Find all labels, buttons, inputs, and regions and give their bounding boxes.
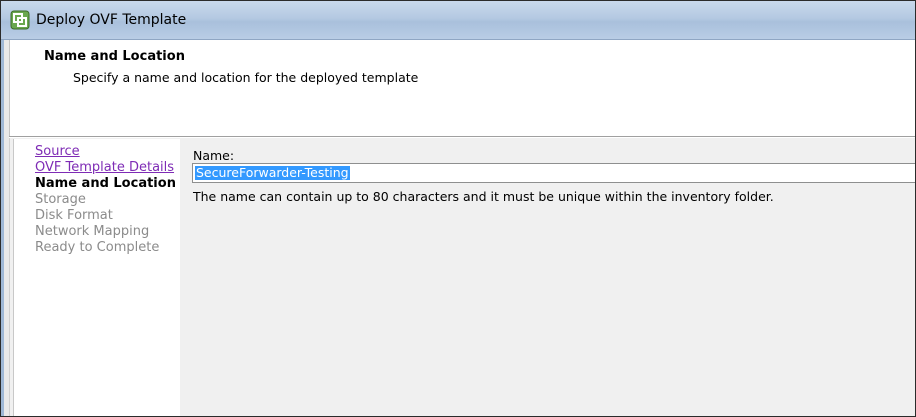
- step-ready-to-complete: Ready to Complete: [35, 240, 160, 255]
- name-hint: The name can contain up to 80 characters…: [193, 189, 774, 204]
- step-network-mapping: Network Mapping: [35, 224, 150, 239]
- name-label: Name:: [193, 148, 235, 163]
- name-input[interactable]: SecureForwarder-Testing: [192, 163, 915, 183]
- step-ovf-template-details-link[interactable]: OVF Template Details: [35, 160, 174, 176]
- vsphere-logo-icon: [10, 10, 30, 30]
- name-input-value: SecureForwarder-Testing: [195, 165, 350, 180]
- header-divider: [9, 136, 915, 138]
- step-disk-format: Disk Format: [35, 208, 113, 223]
- title-bar[interactable]: Deploy OVF Template: [1, 1, 915, 40]
- deploy-ovf-window: Deploy OVF Template Name and Location Sp…: [0, 0, 916, 417]
- page-title: Name and Location: [44, 49, 185, 64]
- wizard-steps: Source OVF Template Details Name and Loc…: [13, 139, 181, 416]
- step-storage: Storage: [35, 192, 86, 207]
- page-subtitle: Specify a name and location for the depl…: [73, 70, 419, 85]
- wizard-header: Name and Location Specify a name and loc…: [9, 40, 915, 136]
- step-name-and-location: Name and Location: [35, 176, 176, 191]
- step-source-link[interactable]: Source: [35, 144, 80, 160]
- step-content: Name: SecureForwarder-Testing The name c…: [180, 139, 915, 416]
- window-title: Deploy OVF Template: [36, 12, 187, 28]
